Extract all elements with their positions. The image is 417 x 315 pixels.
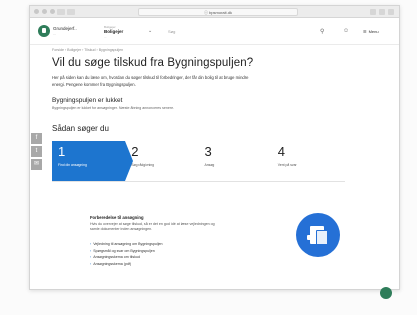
address-bar[interactable]: ⓘ bpsmorait.dk bbox=[138, 8, 298, 16]
search-input[interactable]: Søg bbox=[168, 29, 175, 34]
new-tab-icon[interactable] bbox=[388, 9, 394, 15]
tabs-icon[interactable] bbox=[379, 9, 385, 15]
share-icon[interactable] bbox=[370, 9, 376, 15]
steps-divider bbox=[52, 181, 345, 182]
close-window-icon[interactable] bbox=[34, 9, 39, 14]
preparation-heading: Forberedelse til ansøgning bbox=[90, 215, 144, 220]
step-number: 1 bbox=[58, 144, 66, 159]
audience-selector[interactable]: Boligejer bbox=[104, 29, 123, 34]
step-number: 4 bbox=[277, 144, 285, 159]
page-title: Vil du søge tilskud fra Bygningspuljen? bbox=[52, 57, 254, 69]
minimize-window-icon[interactable] bbox=[42, 9, 47, 14]
how-heading: Sådan søger du bbox=[52, 124, 109, 133]
email-icon[interactable]: ✉ bbox=[31, 159, 42, 170]
browser-toolbar: ⓘ bpsmorait.dk bbox=[30, 6, 399, 18]
step-label: Vent på svar bbox=[277, 163, 297, 167]
document-link-label: Ansøgningsskema (pdf) bbox=[93, 261, 132, 266]
step-label: Søg rådgivning bbox=[131, 163, 155, 167]
documents-illustration-icon bbox=[296, 213, 340, 257]
logo-icon[interactable] bbox=[38, 25, 50, 37]
document-shape bbox=[316, 230, 328, 245]
step-2[interactable]: 2 Søg rådgivning bbox=[125, 141, 199, 181]
intro-text: Her på siden kan du læse om, hvordan du … bbox=[52, 75, 249, 87]
chat-icon[interactable] bbox=[380, 287, 392, 299]
menu-label: Menu bbox=[368, 29, 379, 34]
site-header: Grundejerf.. ... Boligejer Boligejer ...… bbox=[30, 19, 399, 45]
chevron-right-icon: › bbox=[90, 248, 92, 253]
steps-progress: 1 Find din ansøgning 2 Søg rådgivning 3 … bbox=[52, 141, 345, 181]
step-1[interactable]: 1 Find din ansøgning bbox=[52, 141, 134, 181]
closed-text: Bygningspuljen er lukket for ansøgninger… bbox=[52, 106, 175, 110]
screenshot-stage: ⓘ bpsmorait.dk Grundejerf.. ... Boligeje… bbox=[0, 0, 417, 315]
forward-arrow-icon[interactable] bbox=[67, 9, 75, 15]
chevron-right-icon: › bbox=[90, 242, 92, 246]
chevron-right-icon: › bbox=[90, 255, 92, 259]
step-3[interactable]: 3 Ansøg bbox=[198, 141, 272, 181]
audience-subtitle: ... bbox=[104, 35, 107, 39]
menu-button[interactable]: ☰ Menu bbox=[363, 29, 379, 34]
window-controls bbox=[34, 9, 55, 14]
document-link-label: Ansøgningsskema om tilskud bbox=[93, 255, 140, 259]
share-sidebar: f t ✉ bbox=[31, 133, 42, 170]
user-icon[interactable]: ☺ bbox=[343, 28, 349, 34]
step-number: 3 bbox=[204, 144, 212, 159]
document-link[interactable]: › Ansøgningsskema (pdf) bbox=[90, 261, 230, 268]
back-arrow-icon[interactable] bbox=[57, 9, 65, 15]
logo-subtitle: ... bbox=[53, 32, 56, 36]
browser-nav-buttons bbox=[57, 9, 75, 15]
step-4[interactable]: 4 Vent på svar bbox=[271, 141, 345, 181]
step-label: Ansøg bbox=[204, 163, 215, 167]
facebook-icon[interactable]: f bbox=[31, 133, 42, 144]
breadcrumb[interactable]: Forside › Boligejer › Tilskud › Bygnings… bbox=[52, 48, 123, 52]
preparation-text: Hvis du overvejer at søge tilskud, så er… bbox=[90, 222, 215, 231]
closed-heading: Bygningspuljen er lukket bbox=[52, 97, 123, 104]
chevron-down-icon[interactable]: ⌄ bbox=[148, 28, 152, 34]
chevron-right-icon: › bbox=[90, 261, 92, 266]
lock-icon[interactable]: ⚲ bbox=[320, 28, 324, 35]
twitter-icon[interactable]: t bbox=[31, 146, 42, 157]
menu-icon: ☰ bbox=[363, 29, 367, 34]
document-shape bbox=[307, 235, 312, 240]
document-link-label: Vejledning til ansøgning om Bygningspulj… bbox=[93, 242, 163, 246]
browser-actions bbox=[370, 9, 394, 15]
maximize-window-icon[interactable] bbox=[50, 9, 55, 14]
document-link-label: Spørgsmål og svar om Bygningspuljen bbox=[93, 248, 155, 253]
document-list: › Vejledning til ansøgning om Bygningspul… bbox=[90, 241, 230, 267]
logo-name[interactable]: Grundejerf.. bbox=[53, 26, 77, 31]
step-label: Find din ansøgning bbox=[58, 163, 87, 167]
